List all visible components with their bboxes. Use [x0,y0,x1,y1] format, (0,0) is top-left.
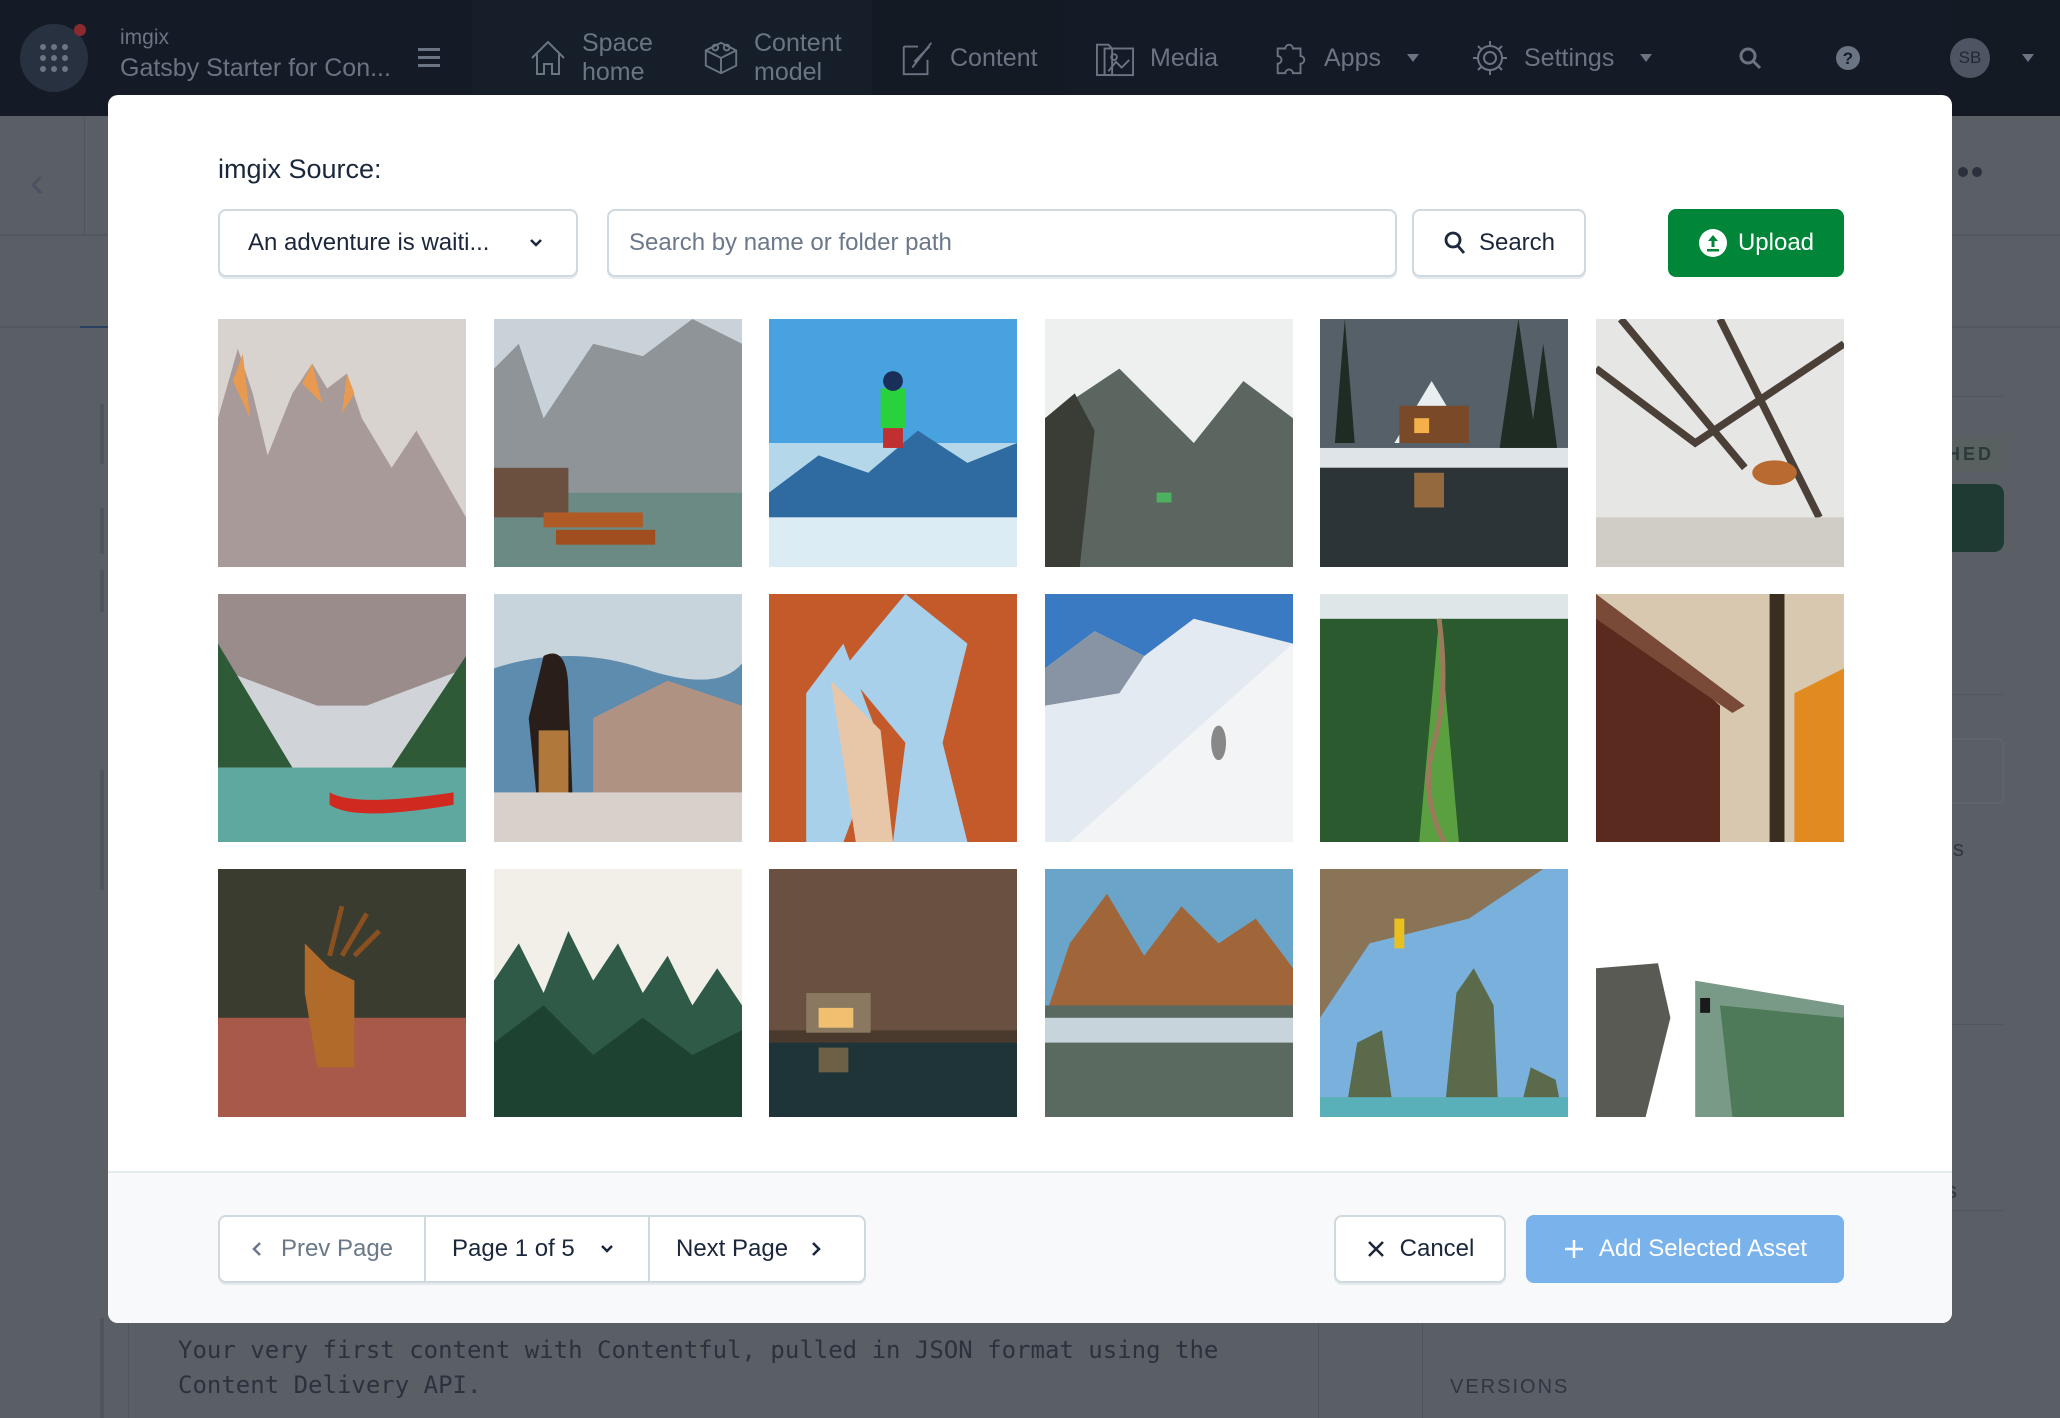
asset-image [1595,319,1844,567]
upload-button[interactable]: Upload [1668,209,1844,277]
more-options-icon [1958,167,1982,177]
user-avatar[interactable]: SB [1950,38,1990,78]
next-page-button[interactable]: Next Page [650,1217,864,1281]
asset-image [1320,869,1569,1117]
asset-thumbnail[interactable] [769,319,1018,567]
space-switcher[interactable]: imgix Gatsby Starter for Con... [120,26,391,83]
asset-image [769,594,1018,842]
asset-thumbnail[interactable] [1044,319,1293,567]
asset-thumbnail[interactable] [769,869,1018,1117]
home-icon [531,40,565,75]
source-select[interactable]: An adventure is waiti... [218,209,578,277]
chevron-left-icon [252,1242,261,1256]
pen-icon [902,42,933,76]
entry-description: Your very first content with Contentful,… [178,1336,1219,1399]
asset-image [493,594,742,842]
plus-icon [1564,1240,1583,1258]
asset-image [1595,869,1844,1117]
svg-text:?: ? [1843,49,1853,68]
asset-image [218,869,466,1117]
asset-thumbnail[interactable] [218,319,466,567]
gear-icon [1473,41,1507,75]
chevron-down-icon [1640,54,1653,62]
pagination: Prev Page Page 1 of 5 Next Page [218,1215,866,1283]
asset-image [1044,869,1293,1117]
asset-thumbnail[interactable] [1044,869,1293,1117]
add-selected-asset-button[interactable]: Add Selected Asset [1526,1215,1844,1283]
puzzle-icon [1276,43,1306,75]
help-icon: ? [1836,46,1860,70]
asset-thumbnail[interactable] [1044,594,1293,842]
asset-gallery [218,319,1844,1117]
asset-image [1595,594,1844,842]
search-button[interactable]: Search [1412,209,1586,277]
search-icon [1444,231,1466,254]
search-input[interactable] [607,209,1397,277]
asset-thumbnail[interactable] [493,594,742,842]
asset-thumbnail[interactable] [1595,869,1844,1117]
asset-thumbnail[interactable] [1320,869,1569,1117]
asset-image [769,319,1018,567]
asset-thumbnail[interactable] [769,594,1018,842]
back-arrow-icon: ‹ [30,158,44,205]
org-name: imgix [120,26,170,49]
page-select[interactable]: Page 1 of 5 [426,1217,650,1281]
asset-image [1320,594,1569,842]
asset-thumbnail[interactable] [218,869,466,1117]
cancel-button[interactable]: Cancel [1334,1215,1506,1283]
source-select-value: An adventure is waiti... [248,229,490,256]
asset-image [1044,594,1293,842]
dialog-footer: Prev Page Page 1 of 5 Next Page Cancel A… [108,1171,1952,1323]
asset-thumbnail[interactable] [493,319,742,567]
asset-image [218,594,466,842]
chevron-down-icon [1406,54,1419,62]
prev-page-button[interactable]: Prev Page [220,1217,426,1281]
close-icon [1367,1241,1384,1257]
asset-image [1320,319,1569,567]
asset-image [218,319,466,567]
asset-image [493,869,742,1117]
upload-icon [1698,229,1727,257]
chevron-right-icon [812,1242,821,1256]
asset-thumbnail[interactable] [218,594,466,842]
asset-picker-dialog: imgix Source: An adventure is waiti... S… [108,95,1952,1323]
grid-icon [40,44,68,72]
asset-thumbnail[interactable] [1595,319,1844,567]
cube-icon [704,41,738,75]
asset-thumbnail[interactable] [493,869,742,1117]
dialog-body: imgix Source: An adventure is waiti... S… [108,95,1952,1171]
search-icon [1739,47,1762,70]
menu-icon[interactable] [418,48,440,72]
asset-image [493,319,742,567]
asset-image [1044,319,1293,567]
chevron-down-icon [600,1245,613,1253]
notification-dot [74,24,86,36]
space-name: Gatsby Starter for Con... [120,54,391,82]
asset-thumbnail[interactable] [1595,594,1844,842]
versions-heading: VERSIONS [1450,1376,1570,1398]
chevron-down-icon[interactable] [2022,54,2034,62]
source-label: imgix Source: [218,154,382,184]
image-folder-icon [1096,43,1134,77]
asset-thumbnail[interactable] [1320,594,1569,842]
asset-image [769,869,1018,1117]
asset-thumbnail[interactable] [1320,319,1569,567]
chevron-down-icon [530,239,542,247]
